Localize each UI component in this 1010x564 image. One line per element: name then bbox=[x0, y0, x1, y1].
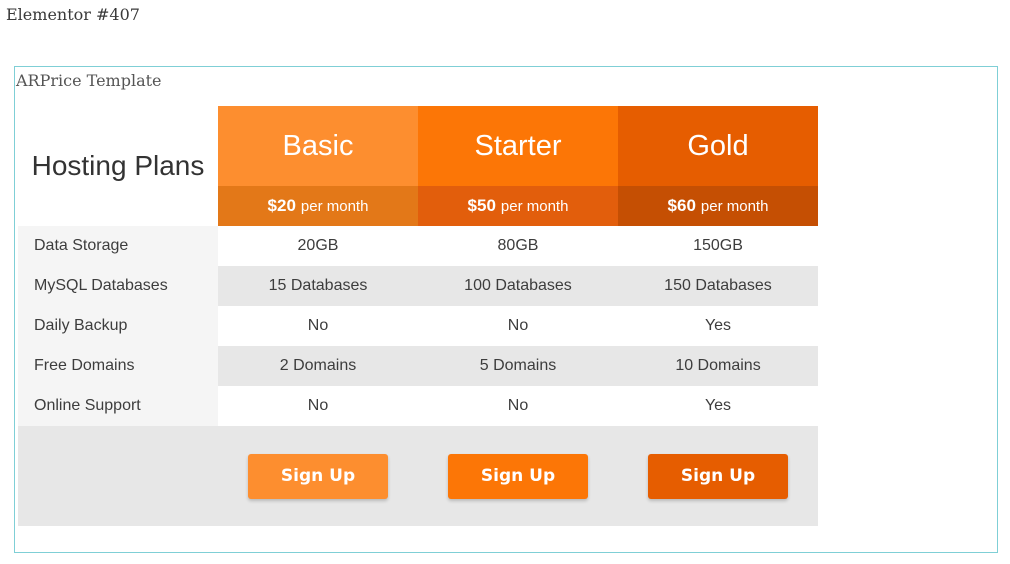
price-period: per month bbox=[500, 197, 569, 215]
feature-value: Yes bbox=[618, 306, 818, 346]
feature-label: MySQL Databases bbox=[18, 266, 218, 306]
feature-value: No bbox=[218, 386, 418, 426]
footer-cell: Sign Up bbox=[218, 426, 418, 526]
price-amount: $60 bbox=[667, 196, 696, 215]
feature-value: Yes bbox=[618, 386, 818, 426]
feature-row-data-storage: Data Storage 20GB 80GB 150GB bbox=[18, 226, 818, 266]
plan-name: Basic bbox=[218, 106, 418, 186]
feature-value: No bbox=[218, 306, 418, 346]
table-title: Hosting Plans bbox=[18, 106, 218, 226]
feature-label: Online Support bbox=[18, 386, 218, 426]
feature-row-online-support: Online Support No No Yes bbox=[18, 386, 818, 426]
feature-label: Free Domains bbox=[18, 346, 218, 386]
plan-price: $50 per month bbox=[418, 186, 618, 226]
plan-name: Starter bbox=[418, 106, 618, 186]
feature-label: Data Storage bbox=[18, 226, 218, 266]
plan-starter: Starter $50 per month bbox=[418, 106, 618, 226]
price-period: per month bbox=[700, 197, 769, 215]
price-amount: $20 bbox=[267, 196, 296, 215]
price-period: per month bbox=[300, 197, 369, 215]
footer-cell: Sign Up bbox=[618, 426, 818, 526]
pricing-table: Hosting Plans Basic $20 per month Starte… bbox=[18, 106, 818, 526]
page-title: Elementor #407 bbox=[6, 5, 140, 24]
sign-up-button-gold[interactable]: Sign Up bbox=[648, 453, 788, 499]
feature-value: No bbox=[418, 306, 618, 346]
feature-value: 20GB bbox=[218, 226, 418, 266]
plan-price: $20 per month bbox=[218, 186, 418, 226]
plan-price: $60 per month bbox=[618, 186, 818, 226]
feature-value: 2 Domains bbox=[218, 346, 418, 386]
feature-value: 80GB bbox=[418, 226, 618, 266]
frame-title: ARPrice Template bbox=[16, 71, 162, 90]
feature-value: No bbox=[418, 386, 618, 426]
plan-name: Gold bbox=[618, 106, 818, 186]
feature-value: 5 Domains bbox=[418, 346, 618, 386]
price-amount: $50 bbox=[467, 196, 496, 215]
feature-value: 100 Databases bbox=[418, 266, 618, 306]
footer-spacer bbox=[18, 426, 218, 526]
feature-value: 15 Databases bbox=[218, 266, 418, 306]
feature-row-daily-backup: Daily Backup No No Yes bbox=[18, 306, 818, 346]
footer-cell: Sign Up bbox=[418, 426, 618, 526]
feature-row-free-domains: Free Domains 2 Domains 5 Domains 10 Doma… bbox=[18, 346, 818, 386]
feature-value: 150GB bbox=[618, 226, 818, 266]
template-frame: ARPrice Template Hosting Plans Basic $20… bbox=[14, 66, 998, 553]
sign-up-button-starter[interactable]: Sign Up bbox=[448, 453, 588, 499]
sign-up-button-basic[interactable]: Sign Up bbox=[248, 453, 388, 499]
footer-row: Sign Up Sign Up Sign Up bbox=[18, 426, 818, 526]
feature-row-mysql-databases: MySQL Databases 15 Databases 100 Databas… bbox=[18, 266, 818, 306]
plan-basic: Basic $20 per month bbox=[218, 106, 418, 226]
plan-gold: Gold $60 per month bbox=[618, 106, 818, 226]
header-row: Hosting Plans Basic $20 per month Starte… bbox=[18, 106, 818, 226]
feature-label: Daily Backup bbox=[18, 306, 218, 346]
feature-value: 150 Databases bbox=[618, 266, 818, 306]
feature-value: 10 Domains bbox=[618, 346, 818, 386]
